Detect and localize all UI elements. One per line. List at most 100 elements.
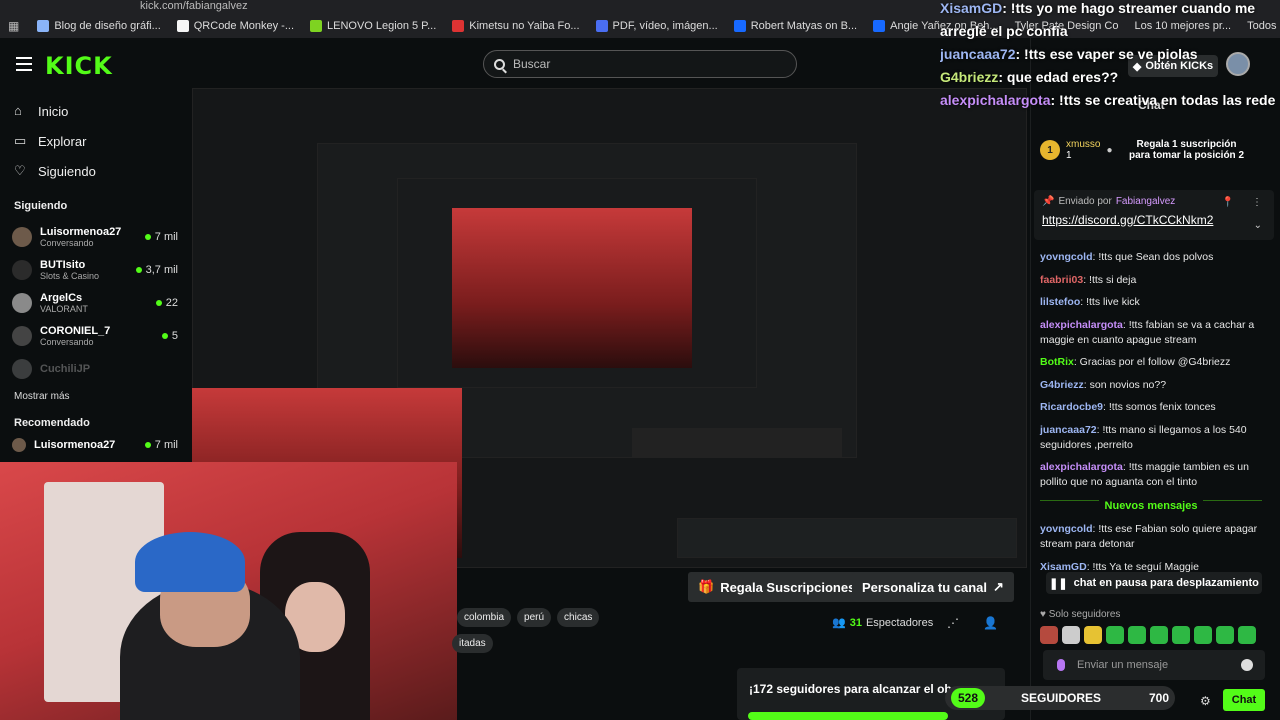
recommended-heading: Recomendado <box>14 417 90 429</box>
emote[interactable] <box>1062 626 1080 644</box>
channel-item-offline[interactable]: CuchiliJP <box>0 352 190 385</box>
gift-icon: 🎁 <box>698 579 715 594</box>
chat-paused-banner[interactable]: ❚❚ chat en pausa para desplazamiento <box>1046 572 1262 594</box>
emote[interactable] <box>1216 626 1234 644</box>
blue-cap <box>135 532 245 592</box>
emote[interactable] <box>1194 626 1212 644</box>
customize-channel-button[interactable]: Personaliza tu canal ↗ <box>852 572 1014 602</box>
bookmark-favicon <box>310 20 323 32</box>
nav-following[interactable]: ♡ Siguiendo <box>0 156 190 186</box>
chat-username[interactable]: BotRix <box>1040 356 1074 368</box>
emote[interactable] <box>1128 626 1146 644</box>
chat-message[interactable]: juancaaa72: !tts mano si llegamos a los … <box>1040 423 1270 453</box>
chat-message[interactable]: G4briezz: son novios no?? <box>1040 378 1270 393</box>
channel-item[interactable]: BUTIsito Slots & Casino 3,7 mil <box>0 253 190 286</box>
chat-username[interactable]: faabrii03 <box>1040 274 1083 286</box>
chat-message[interactable]: BotRix: Gracias por el follow @G4briezz <box>1040 355 1270 370</box>
channel-item[interactable]: CORONIEL_7 Conversando 5 <box>0 319 190 352</box>
pinned-message[interactable]: 📌 Enviado por Fabiangalvez https://discord… <box>1034 190 1274 240</box>
chat-text: : !tts si deja <box>1083 273 1137 286</box>
channel-item[interactable]: ArgelCs VALORANT 22 <box>0 286 190 319</box>
chat-message[interactable]: lilstefoo: !tts live kick <box>1040 295 1270 310</box>
live-dot-icon <box>144 442 151 448</box>
more-options-icon[interactable]: ⋮ <box>1252 197 1262 208</box>
chat-username[interactable]: juancaaa72 <box>1040 424 1097 436</box>
chat-message[interactable]: alexpichalargota: !tts fabian se va a ca… <box>1040 318 1270 348</box>
heart-icon: ♡ <box>14 163 26 178</box>
url-text[interactable]: kick.com/fabiangalvez <box>140 0 248 12</box>
chat-username[interactable]: G4briezz <box>1040 379 1084 391</box>
bookmark-item[interactable]: Kimetsu no Yaiba Fo... <box>446 20 585 32</box>
send-chat-button[interactable]: Chat <box>1223 689 1265 711</box>
tag[interactable]: chicas <box>557 608 600 627</box>
chat-text: : !tts live kick <box>1080 296 1140 308</box>
pin-icon: 📌 <box>1042 196 1055 207</box>
share-icon[interactable]: ⋰ <box>947 616 959 630</box>
chevron-down-icon[interactable]: ⌄ <box>1254 220 1262 231</box>
gift-prompt[interactable]: Regala 1 suscripción para tomar la posic… <box>1127 139 1247 161</box>
chat-message[interactable]: yovngcold: !tts ese Fabian solo quiere a… <box>1040 522 1270 552</box>
avatar <box>12 292 32 313</box>
chat-text: : !tts somos fenix tonces <box>1103 401 1216 413</box>
bookmark-item[interactable]: QRCode Monkey -... <box>171 20 300 32</box>
chat-text: : Gracias por el follow @G4briezz <box>1073 356 1231 368</box>
emote[interactable] <box>1106 626 1124 644</box>
tts-line: arreglé el pc confia <box>940 23 1280 46</box>
search-input[interactable]: Buscar <box>483 50 797 78</box>
emote[interactable] <box>1150 626 1168 644</box>
emoji-picker-icon[interactable] <box>1241 659 1253 671</box>
hamburger-menu-icon[interactable] <box>16 57 32 71</box>
chat-username[interactable]: alexpichalargota <box>1040 319 1123 331</box>
gift-subs-button[interactable]: 🎁 Regala Suscripciones <box>688 572 866 602</box>
tag[interactable]: colombia <box>457 608 512 627</box>
tts-text: : !tts yo me hago streamer cuando me <box>1002 0 1256 16</box>
bookmark-item[interactable]: Blog de diseño gráfi... <box>31 20 166 32</box>
nav-browse[interactable]: ▭ Explorar <box>0 126 190 156</box>
bookmark-item[interactable]: Robert Matyas on B... <box>728 20 863 32</box>
bookmark-favicon <box>37 20 50 32</box>
emote[interactable] <box>1172 626 1190 644</box>
chat-message[interactable]: faabrii03: !tts si deja <box>1040 273 1270 288</box>
chat-input[interactable]: Enviar un mensaje <box>1043 650 1265 680</box>
emote[interactable] <box>1238 626 1256 644</box>
viewer-count: 7 mil <box>144 231 178 243</box>
site-header: KICK Buscar <box>0 38 1030 92</box>
chat-message[interactable]: yovngcold: !tts que Sean dos polvos <box>1040 250 1270 265</box>
bookmark-item[interactable]: LENOVO Legion 5 P... <box>304 20 442 32</box>
kick-stream-page: kick.com/fabiangalvez ▦ Blog de diseño g… <box>0 0 1280 720</box>
pinned-link[interactable]: https://discord.gg/CTkCCkNkm2 <box>1042 213 1266 227</box>
bookmark-favicon <box>733 20 746 32</box>
unpin-icon[interactable]: 📍 <box>1222 197 1234 208</box>
chat-username[interactable]: Ricardocbe9 <box>1040 401 1103 413</box>
chat-username[interactable]: alexpichalargota <box>1040 461 1123 473</box>
new-messages-divider: Nuevos mensajes <box>1040 500 1262 514</box>
chat-username[interactable]: XisamGD <box>1040 561 1087 573</box>
chat-settings-icon[interactable]: ⚙ <box>1200 694 1211 708</box>
chat-username[interactable]: lilstefoo <box>1040 296 1080 308</box>
user-follow-icon[interactable]: 👤 <box>983 616 998 630</box>
followers-goal-bar: 528 SEGUIDORES 700 <box>945 686 1175 710</box>
chat-message[interactable]: alexpichalargota: !tts maggie tambien es… <box>1040 460 1270 490</box>
chat-username[interactable]: yovngcold <box>1040 523 1093 535</box>
kick-logo[interactable]: KICK <box>45 52 113 80</box>
search-icon <box>494 58 505 70</box>
chat-message[interactable]: Ricardocbe9: !tts somos fenix tonces <box>1040 400 1270 415</box>
viewer-count: 👥 31 Espectadores <box>832 616 934 630</box>
apps-grid-icon[interactable]: ▦ <box>8 19 19 33</box>
nav-home[interactable]: ⌂ Inicio <box>0 96 190 126</box>
tag[interactable]: perú <box>517 608 552 627</box>
recommended-item[interactable]: Luisormenoa27 7 mil <box>0 437 190 453</box>
emote[interactable] <box>1040 626 1058 644</box>
show-more-link[interactable]: Mostrar más <box>0 385 190 409</box>
webcam-overlay <box>0 462 457 720</box>
channel-item[interactable]: Luisormenoa27 Conversando 7 mil <box>0 220 190 253</box>
chat-messages: yovngcold: !tts que Sean dos polvos faabr… <box>1040 250 1270 498</box>
avatar <box>12 325 32 346</box>
tag[interactable]: itadas <box>452 634 493 653</box>
nested-goal <box>677 518 1017 558</box>
emote[interactable] <box>1084 626 1102 644</box>
tts-text: : que edad eres?? <box>998 69 1119 85</box>
chat-username[interactable]: yovngcold <box>1040 251 1093 263</box>
bookmark-item[interactable]: PDF, vídeo, imágen... <box>590 20 724 32</box>
kick-badge-icon <box>1057 659 1065 671</box>
